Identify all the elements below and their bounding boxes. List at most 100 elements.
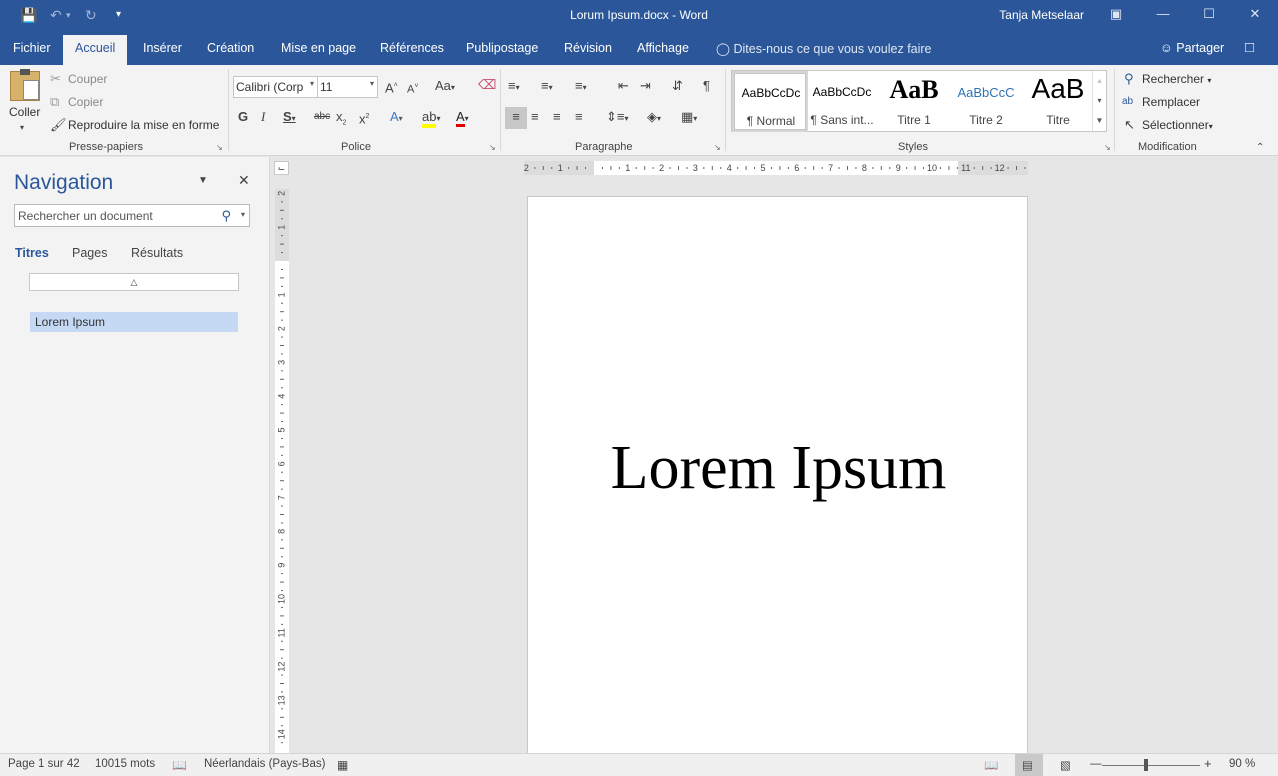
bold-icon[interactable]: G bbox=[238, 110, 248, 124]
share-button[interactable]: ☺ Partager bbox=[1160, 41, 1224, 55]
ruler-label: 3 bbox=[276, 360, 286, 365]
search-options-icon[interactable]: ▾ bbox=[241, 210, 245, 219]
change-case-icon[interactable]: Aa▾ bbox=[435, 79, 455, 95]
format-painter-button[interactable]: Reproduire la mise en forme bbox=[68, 118, 219, 132]
tab-selector[interactable]: ⌙ bbox=[274, 161, 289, 175]
gallery-scroll-down-icon[interactable]: ▾ bbox=[1092, 91, 1106, 111]
align-right-icon[interactable]: ≡ bbox=[553, 110, 561, 124]
decrease-indent-icon[interactable]: ⇤ bbox=[618, 79, 629, 93]
increase-indent-icon[interactable]: ⇥ bbox=[640, 79, 651, 93]
italic-icon[interactable]: I bbox=[261, 110, 265, 124]
strikethrough-icon[interactable]: abc bbox=[314, 110, 330, 124]
text-effects-icon[interactable]: A▾ bbox=[390, 110, 403, 126]
pilcrow-icon[interactable]: ¶ bbox=[703, 79, 710, 93]
search-icon[interactable]: ⚲ bbox=[221, 208, 231, 224]
copy-button[interactable]: Copier bbox=[68, 95, 103, 109]
find-button[interactable]: Rechercher ▾ bbox=[1142, 72, 1211, 86]
search-input[interactable]: Rechercher un document ⚲ ▾ bbox=[14, 204, 250, 227]
font-size-value: 11 bbox=[320, 80, 333, 94]
underline-icon[interactable]: S▾ bbox=[283, 110, 296, 126]
ruler-label: 8 bbox=[862, 163, 867, 173]
subscript-icon[interactable]: x2 bbox=[336, 110, 346, 131]
tab-publipostage[interactable]: Publipostage bbox=[466, 41, 538, 55]
tell-me-box[interactable]: ◯ Dites-nous ce que vous voulez faire bbox=[716, 41, 932, 56]
shrink-font-icon[interactable]: A˅ bbox=[407, 80, 418, 97]
line-spacing-icon[interactable]: ⇕≡▾ bbox=[606, 110, 629, 126]
zoom-level[interactable]: 90 % bbox=[1229, 758, 1255, 770]
style-normal[interactable]: AaBbCcDc ¶ Normal bbox=[732, 71, 808, 132]
select-button[interactable]: Sélectionner▾ bbox=[1142, 118, 1213, 132]
print-layout-icon[interactable]: ▤ bbox=[1022, 758, 1033, 772]
macro-icon[interactable]: ▦ bbox=[337, 758, 348, 772]
search-placeholder: Rechercher un document bbox=[18, 209, 153, 223]
align-center-icon[interactable]: ≡ bbox=[531, 110, 539, 124]
paste-dropdown-icon[interactable]: ▾ bbox=[20, 121, 24, 135]
tab-fichier[interactable]: Fichier bbox=[13, 41, 51, 55]
tab-results[interactable]: Résultats bbox=[131, 246, 183, 260]
numbering-icon[interactable]: ≡▾ bbox=[541, 79, 553, 95]
clipboard-launcher-icon[interactable]: ↘ bbox=[216, 143, 223, 152]
tab-revision[interactable]: Révision bbox=[564, 41, 612, 55]
bullets-icon[interactable]: ≡▾ bbox=[508, 79, 520, 95]
comments-icon[interactable]: □ bbox=[1245, 39, 1254, 56]
highlight-color-icon[interactable]: ab▾ bbox=[422, 109, 440, 128]
style-heading-2[interactable]: AaBbCcC Titre 2 bbox=[950, 73, 1022, 130]
horizontal-ruler[interactable]: 2 1 1 2 3 4 5 6 7 8 9 10 11 12 bbox=[524, 161, 1028, 175]
proofing-icon[interactable]: 📖 bbox=[172, 758, 187, 772]
document-page[interactable]: Lorem Ipsum bbox=[527, 196, 1028, 756]
tab-mise-en-page[interactable]: Mise en page bbox=[281, 41, 356, 55]
zoom-slider-thumb[interactable] bbox=[1144, 759, 1148, 771]
style-no-spacing[interactable]: AaBbCcDc ¶ Sans int... bbox=[806, 73, 878, 130]
collapse-ribbon-icon[interactable]: ⌃ bbox=[1256, 141, 1264, 155]
read-mode-icon[interactable]: 📖 bbox=[984, 758, 998, 772]
paste-icon[interactable] bbox=[10, 69, 40, 101]
paragraph-launcher-icon[interactable]: ↘ bbox=[714, 143, 721, 152]
font-color-icon[interactable]: A▾ bbox=[456, 109, 469, 127]
tab-references[interactable]: Références bbox=[380, 41, 444, 55]
zoom-in-icon[interactable]: + bbox=[1204, 756, 1212, 771]
font-launcher-icon[interactable]: ↘ bbox=[489, 143, 496, 152]
replace-button[interactable]: Remplacer bbox=[1142, 95, 1200, 109]
minimize-icon[interactable]: — bbox=[1153, 6, 1173, 21]
pane-options-icon[interactable]: ▼ bbox=[198, 174, 208, 188]
tab-creation[interactable]: Création bbox=[207, 41, 254, 55]
language[interactable]: Néerlandais (Pays-Bas) bbox=[204, 758, 325, 770]
gallery-scroll-up-icon[interactable]: ▴ bbox=[1092, 71, 1106, 91]
multilevel-list-icon[interactable]: ≡▾ bbox=[575, 79, 587, 95]
sort-icon[interactable]: ⇵ bbox=[672, 79, 683, 93]
user-name[interactable]: Tanja Metselaar bbox=[999, 8, 1084, 22]
vertical-ruler[interactable]: 2 1 1 2 3 4 5 6 7 8 9 10 11 12 13 14 bbox=[275, 189, 289, 753]
shading-icon[interactable]: ◈▾ bbox=[647, 110, 661, 126]
borders-icon[interactable]: ▦▾ bbox=[681, 110, 697, 126]
zoom-slider[interactable] bbox=[1102, 765, 1200, 766]
web-layout-icon[interactable]: ▧ bbox=[1060, 758, 1071, 772]
close-icon[interactable]: ✕ bbox=[238, 173, 250, 187]
tab-pages[interactable]: Pages bbox=[72, 246, 107, 260]
style-title[interactable]: AaB Titre bbox=[1022, 73, 1094, 130]
document-heading[interactable]: Lorem Ipsum bbox=[528, 433, 1029, 504]
justify-icon[interactable]: ≡ bbox=[575, 110, 583, 124]
font-size-select[interactable]: 11 ▾ bbox=[317, 76, 378, 98]
tab-inserer[interactable]: Insérer bbox=[143, 41, 182, 55]
maximize-icon[interactable]: ☐ bbox=[1199, 6, 1219, 22]
style-heading-1[interactable]: AaB Titre 1 bbox=[878, 73, 950, 130]
grow-font-icon[interactable]: A˄ bbox=[385, 79, 398, 95]
tab-headings[interactable]: Titres bbox=[15, 246, 49, 260]
scroll-to-top-button[interactable]: △ bbox=[29, 273, 239, 291]
word-count[interactable]: 10015 mots bbox=[95, 758, 155, 770]
styles-launcher-icon[interactable]: ↘ bbox=[1104, 143, 1111, 152]
ribbon-display-options-icon[interactable]: ▣ bbox=[1106, 6, 1126, 22]
page-count[interactable]: Page 1 sur 42 bbox=[8, 758, 80, 770]
heading-item[interactable]: Lorem Ipsum bbox=[30, 312, 238, 332]
gallery-more-icon[interactable]: ▼ bbox=[1092, 111, 1106, 131]
font-name-select[interactable]: Calibri (Corp ▾ bbox=[233, 76, 318, 98]
close-window-icon[interactable]: ✕ bbox=[1245, 6, 1265, 22]
cut-button[interactable]: Couper bbox=[68, 72, 107, 86]
tab-affichage[interactable]: Affichage bbox=[637, 41, 689, 55]
tab-accueil[interactable]: Accueil bbox=[63, 35, 128, 65]
clear-formatting-icon[interactable]: ⌫ bbox=[478, 78, 496, 92]
superscript-icon[interactable]: x2 bbox=[359, 110, 369, 126]
zoom-out-icon[interactable]: — bbox=[1090, 758, 1102, 770]
paste-button[interactable]: Coller bbox=[9, 105, 40, 119]
align-left-icon[interactable]: ≡ bbox=[505, 107, 527, 129]
